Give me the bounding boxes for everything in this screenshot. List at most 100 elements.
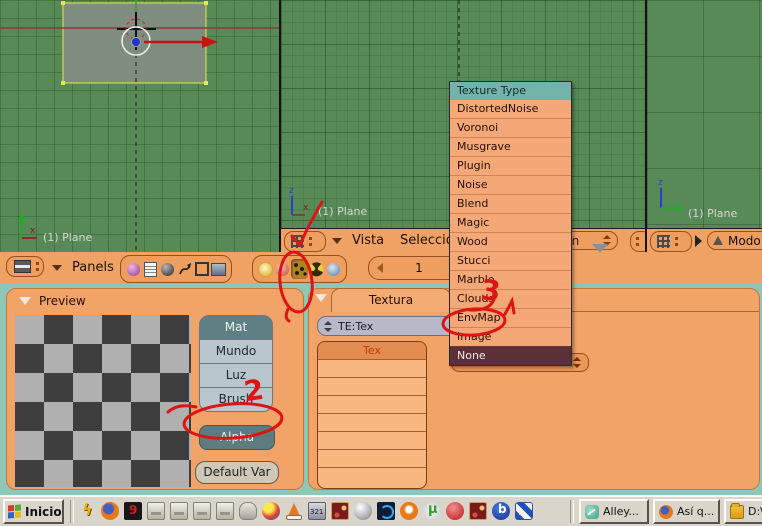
texture-slot[interactable] — [318, 359, 426, 377]
buttons-window-header: Panels 1 — [0, 252, 762, 285]
drive-icon[interactable] — [170, 502, 188, 520]
viewport-axes-gizmo: z x — [289, 186, 309, 215]
texture-name-value: TE:Tex — [338, 320, 373, 333]
decrement-icon[interactable] — [377, 263, 383, 273]
firefox-icon — [659, 505, 673, 519]
texture-slot[interactable] — [318, 413, 426, 431]
panel-collapse-icon[interactable] — [19, 297, 31, 305]
header-collapse-icon[interactable] — [52, 265, 62, 271]
texture-icon[interactable] — [291, 259, 308, 279]
blender-icon[interactable] — [400, 502, 418, 520]
scanner-icon[interactable] — [239, 502, 257, 520]
menu-item-noise[interactable]: Noise — [450, 175, 571, 194]
logic-icon[interactable] — [125, 259, 142, 279]
texture-panel-tab[interactable]: Textura — [331, 288, 451, 312]
menu-item-envmap[interactable]: EnvMap — [450, 308, 571, 327]
menu-item-marble[interactable]: Marble — [450, 270, 571, 289]
gray-sphere-icon[interactable] — [354, 502, 372, 520]
viewport-divider[interactable] — [279, 0, 281, 252]
header-collapse-icon[interactable] — [332, 238, 342, 244]
texture-list-header: Tex — [318, 342, 426, 359]
mat-button[interactable]: Mat — [199, 315, 273, 340]
drive-icon[interactable] — [147, 502, 165, 520]
menu-item-none[interactable]: None — [450, 346, 571, 365]
messenger-icon[interactable] — [515, 502, 533, 520]
scene-icon[interactable] — [210, 259, 227, 279]
drive-icon[interactable] — [216, 502, 234, 520]
manipulator-z-handle — [132, 38, 141, 47]
stepper-dots-icon — [309, 237, 312, 246]
menu-item-distortednoise[interactable]: DistortedNoise — [450, 100, 571, 118]
frame-value: 1 — [415, 261, 423, 275]
comic-red-icon[interactable] — [331, 502, 349, 520]
colorful-ball-icon[interactable] — [262, 502, 280, 520]
media-player-classic-icon[interactable] — [308, 502, 326, 520]
task-button-asi-q[interactable]: Así q... — [653, 499, 720, 524]
window-type-button[interactable] — [6, 256, 44, 277]
header-expand-icon[interactable] — [695, 235, 702, 247]
object-name-label: (1) Plane — [318, 205, 367, 218]
lightning-icon[interactable] — [78, 502, 96, 520]
stepper-dots-icon — [675, 237, 678, 246]
texture-slot[interactable] — [318, 449, 426, 467]
luz-button[interactable]: Luz — [199, 363, 273, 388]
texture-slot[interactable] — [318, 395, 426, 413]
drive-icon[interactable] — [193, 502, 211, 520]
bittorrent-icon[interactable] — [492, 502, 510, 520]
menu-item-stucci[interactable]: Stucci — [450, 251, 571, 270]
script-icon[interactable] — [142, 259, 159, 279]
material-icon[interactable] — [274, 259, 291, 279]
task-button-folder[interactable]: D:\b — [724, 499, 762, 524]
mundo-button[interactable]: Mundo — [199, 339, 273, 364]
viewport-top-scene: x — [0, 0, 279, 252]
panel-collapse-icon[interactable] — [315, 294, 327, 302]
window-join-widget[interactable] — [592, 244, 608, 253]
vlc-icon[interactable] — [285, 502, 303, 520]
object-icon[interactable] — [176, 259, 193, 279]
menu-item-wood[interactable]: Wood — [450, 232, 571, 251]
viewport-side[interactable]: z (1) Plane — [647, 0, 762, 228]
red-app-icon[interactable] — [446, 502, 464, 520]
utorrent-icon[interactable] — [423, 502, 441, 520]
buttons-window-icon — [14, 260, 31, 273]
texture-name-field[interactable]: TE:Tex — [317, 316, 457, 336]
shading-icon[interactable] — [159, 259, 176, 279]
texture-slot[interactable] — [318, 377, 426, 395]
world-icon[interactable] — [325, 259, 342, 279]
radiosity-icon[interactable] — [308, 259, 325, 279]
lamp-icon[interactable] — [257, 259, 274, 279]
brush-button[interactable]: Brush — [199, 387, 273, 412]
viewport-axes-gizmo: x — [18, 213, 37, 238]
viewport-top[interactable]: x (1) Plane — [0, 0, 279, 252]
viewport-type-button[interactable] — [284, 231, 326, 252]
mode-dropdown[interactable]: Modo — [707, 231, 762, 250]
menu-item-magic[interactable]: Magic — [450, 213, 571, 232]
comic-red-icon[interactable] — [469, 502, 487, 520]
menu-item-image[interactable]: Image — [450, 327, 571, 346]
viewport-divider[interactable] — [645, 0, 647, 252]
texture-slot[interactable] — [318, 467, 426, 485]
panels-menu[interactable]: Panels — [72, 260, 114, 275]
header-button-partial[interactable] — [630, 231, 645, 252]
menu-item-voronoi[interactable]: Voronoi — [450, 118, 571, 137]
svg-text:z: z — [289, 186, 294, 196]
start-button[interactable]: Inicio — [3, 499, 64, 524]
preview-panel: Preview Mat Mundo Luz Brush Alpha Defaul… — [6, 288, 304, 490]
menu-vista[interactable]: Vista — [352, 233, 384, 248]
task-button-alley[interactable]: Alley... — [579, 499, 649, 524]
menu-item-musgrave[interactable]: Musgrave — [450, 137, 571, 156]
stepper-dots-icon — [36, 262, 39, 271]
default-var-button[interactable]: Default Var — [195, 461, 279, 484]
texture-slot-list[interactable]: Tex — [317, 341, 427, 489]
menu-item-plugin[interactable]: Plugin — [450, 156, 571, 175]
firefox-icon[interactable] — [101, 502, 119, 520]
menu-item-blend[interactable]: Blend — [450, 194, 571, 213]
texture-slot[interactable] — [318, 431, 426, 449]
menu-item-clouds[interactable]: Clouds — [450, 289, 571, 308]
editing-icon[interactable] — [193, 259, 210, 279]
alpha-button[interactable]: Alpha — [199, 425, 275, 450]
blue-media-icon[interactable] — [377, 502, 395, 520]
viewport-type-button[interactable] — [650, 231, 692, 252]
red-media-icon[interactable] — [124, 502, 142, 520]
menu-title: Texture Type — [450, 82, 571, 100]
